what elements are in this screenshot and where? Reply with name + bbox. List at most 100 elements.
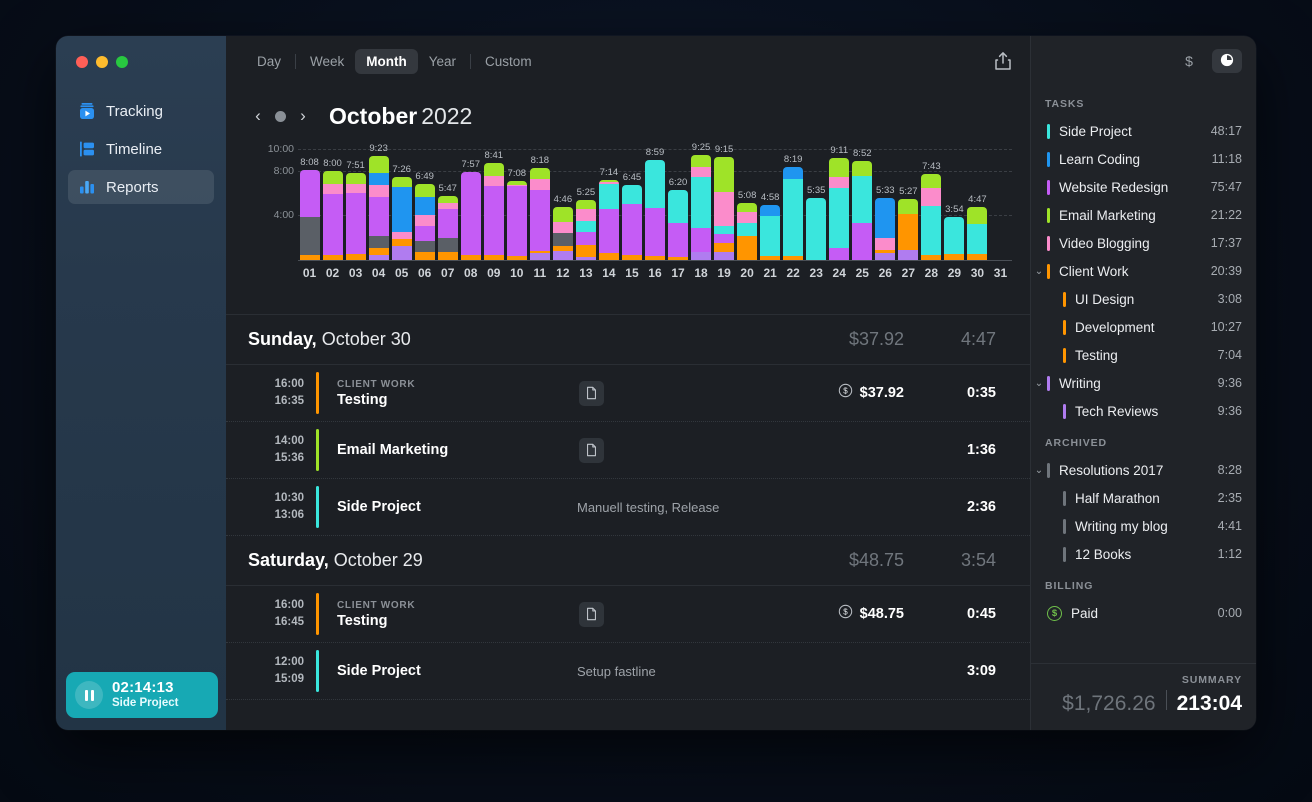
range-tab-custom[interactable]: Custom — [474, 49, 543, 74]
chart-bar[interactable] — [967, 207, 987, 260]
chart-bar[interactable] — [346, 173, 366, 260]
minimize-window-button[interactable] — [96, 56, 108, 68]
chart-bar-column[interactable]: 6:49 — [413, 142, 436, 260]
range-tab-day[interactable]: Day — [246, 49, 292, 74]
entry-row[interactable]: 14:0015:36Email Marketing1:36 — [226, 422, 1030, 479]
chart-bar-column[interactable]: 6:20 — [667, 142, 690, 260]
task-total-row[interactable]: Email Marketing21:22 — [1031, 201, 1256, 229]
chart-bar-column[interactable]: 9:25 — [690, 142, 713, 260]
chart-bar-column[interactable]: 6:45 — [620, 142, 643, 260]
chart-bar[interactable] — [576, 200, 596, 260]
task-total-row[interactable]: $Paid0:00 — [1031, 599, 1256, 627]
chart-bar[interactable] — [737, 203, 757, 260]
chart-bar-column[interactable]: 9:15 — [713, 142, 736, 260]
task-total-row[interactable]: Writing my blog4:41 — [1031, 512, 1256, 540]
chart-bar-column[interactable]: 3:54 — [943, 142, 966, 260]
chart-bar[interactable] — [507, 181, 527, 260]
chart-bar[interactable] — [852, 161, 872, 260]
entry-row[interactable]: 16:0016:45CLIENT WORKTesting$$48.750:45 — [226, 586, 1030, 643]
chart-bar-column[interactable]: 7:08 — [505, 142, 528, 260]
chart-bar[interactable] — [829, 158, 849, 260]
chart-bar-column[interactable]: 9:11 — [828, 142, 851, 260]
chevron-down-icon[interactable]: ⌄ — [1031, 266, 1047, 277]
chart-bar-column[interactable]: 7:43 — [920, 142, 943, 260]
chart-bar-column[interactable]: 8:52 — [851, 142, 874, 260]
share-icon[interactable] — [992, 50, 1014, 72]
sidebar-item-reports[interactable]: Reports — [68, 170, 214, 204]
task-total-row[interactable]: Side Project48:17 — [1031, 117, 1256, 145]
chevron-down-icon[interactable]: ⌄ — [1031, 465, 1047, 476]
chart-bar-column[interactable]: 5:08 — [736, 142, 759, 260]
chart-bar-column[interactable]: 5:35 — [805, 142, 828, 260]
chart-bar-column[interactable]: 5:47 — [436, 142, 459, 260]
chart-bar[interactable] — [553, 207, 573, 260]
task-total-row[interactable]: ⌄Writing9:36 — [1031, 369, 1256, 397]
task-total-row[interactable]: Video Blogging17:37 — [1031, 229, 1256, 257]
entries-list[interactable]: Sunday, October 30$37.924:4716:0016:35CL… — [226, 314, 1030, 730]
chart-bar-column[interactable] — [989, 142, 1012, 260]
chart-bar[interactable] — [783, 167, 803, 260]
sidebar-item-tracking[interactable]: Tracking — [68, 94, 214, 128]
active-timer-widget[interactable]: 02:14:13 Side Project — [66, 672, 218, 718]
chart-bar[interactable] — [300, 170, 320, 261]
note-document-icon[interactable] — [579, 602, 604, 627]
chart-bar[interactable] — [645, 160, 665, 260]
chart-bar[interactable] — [806, 198, 826, 260]
task-totals-list[interactable]: TASKSSide Project48:17Learn Coding11:18W… — [1031, 86, 1256, 663]
close-window-button[interactable] — [76, 56, 88, 68]
chart-bar[interactable] — [484, 163, 504, 260]
sidebar-item-timeline[interactable]: Timeline — [68, 132, 214, 166]
entry-row[interactable]: 16:0016:35CLIENT WORKTesting$$37.920:35 — [226, 365, 1030, 422]
chart-bar-column[interactable]: 7:14 — [597, 142, 620, 260]
note-document-icon[interactable] — [579, 381, 604, 406]
chart-bar-column[interactable]: 7:57 — [459, 142, 482, 260]
chart-bar-column[interactable]: 8:19 — [782, 142, 805, 260]
chevron-left-icon[interactable]: ‹ — [248, 106, 268, 126]
chart-bar[interactable] — [944, 217, 964, 260]
task-total-row[interactable]: Development10:27 — [1031, 313, 1256, 341]
chart-bar[interactable] — [921, 174, 941, 260]
task-total-row[interactable]: ⌄Client Work20:39 — [1031, 257, 1256, 285]
chart-bar[interactable] — [691, 155, 711, 260]
task-total-row[interactable]: 12 Books1:12 — [1031, 540, 1256, 568]
task-total-row[interactable]: UI Design3:08 — [1031, 285, 1256, 313]
chart-bar-column[interactable]: 5:25 — [574, 142, 597, 260]
chevron-right-icon[interactable]: › — [293, 106, 313, 126]
note-document-icon[interactable] — [579, 438, 604, 463]
chart-bar-column[interactable]: 5:27 — [897, 142, 920, 260]
chart-bar-column[interactable]: 8:59 — [643, 142, 666, 260]
task-total-row[interactable]: Website Redesign75:47 — [1031, 173, 1256, 201]
chart-bar[interactable] — [415, 184, 435, 260]
chart-bar-column[interactable]: 9:23 — [367, 142, 390, 260]
chart-bar-column[interactable]: 8:18 — [528, 142, 551, 260]
chart-bar-column[interactable]: 8:00 — [321, 142, 344, 260]
chart-bar-column[interactable]: 8:08 — [298, 142, 321, 260]
entry-row[interactable]: 10:3013:06Side ProjectManuell testing, R… — [226, 479, 1030, 536]
chart-bar[interactable] — [760, 205, 780, 260]
chevron-down-icon[interactable]: ⌄ — [1031, 378, 1047, 389]
chart-bar[interactable] — [875, 198, 895, 260]
task-total-row[interactable]: Tech Reviews9:36 — [1031, 397, 1256, 425]
chart-bar-column[interactable]: 4:47 — [966, 142, 989, 260]
chart-bar[interactable] — [530, 168, 550, 260]
task-total-row[interactable]: Half Marathon2:35 — [1031, 484, 1256, 512]
chart-bar[interactable] — [714, 157, 734, 260]
money-toggle[interactable]: $ — [1174, 49, 1204, 73]
chart-bar[interactable] — [323, 171, 343, 260]
chart-bar-column[interactable]: 8:41 — [482, 142, 505, 260]
task-total-row[interactable]: Testing7:04 — [1031, 341, 1256, 369]
task-total-row[interactable]: ⌄Resolutions 20178:28 — [1031, 456, 1256, 484]
chart-bar[interactable] — [622, 185, 642, 260]
chart-bar[interactable] — [898, 199, 918, 260]
chart-bar[interactable] — [461, 172, 481, 261]
chart-bar-column[interactable]: 4:58 — [759, 142, 782, 260]
range-tab-year[interactable]: Year — [418, 49, 467, 74]
chart-bar[interactable] — [369, 156, 389, 260]
chart-bar-column[interactable]: 7:26 — [390, 142, 413, 260]
range-tab-month[interactable]: Month — [355, 49, 417, 74]
chart-bar-column[interactable]: 7:51 — [344, 142, 367, 260]
chart-bar[interactable] — [599, 180, 619, 260]
pause-timer-button[interactable] — [75, 681, 103, 709]
chart-bar-column[interactable]: 5:33 — [874, 142, 897, 260]
entry-row[interactable]: 12:0015:09Side ProjectSetup fastline3:09 — [226, 643, 1030, 700]
